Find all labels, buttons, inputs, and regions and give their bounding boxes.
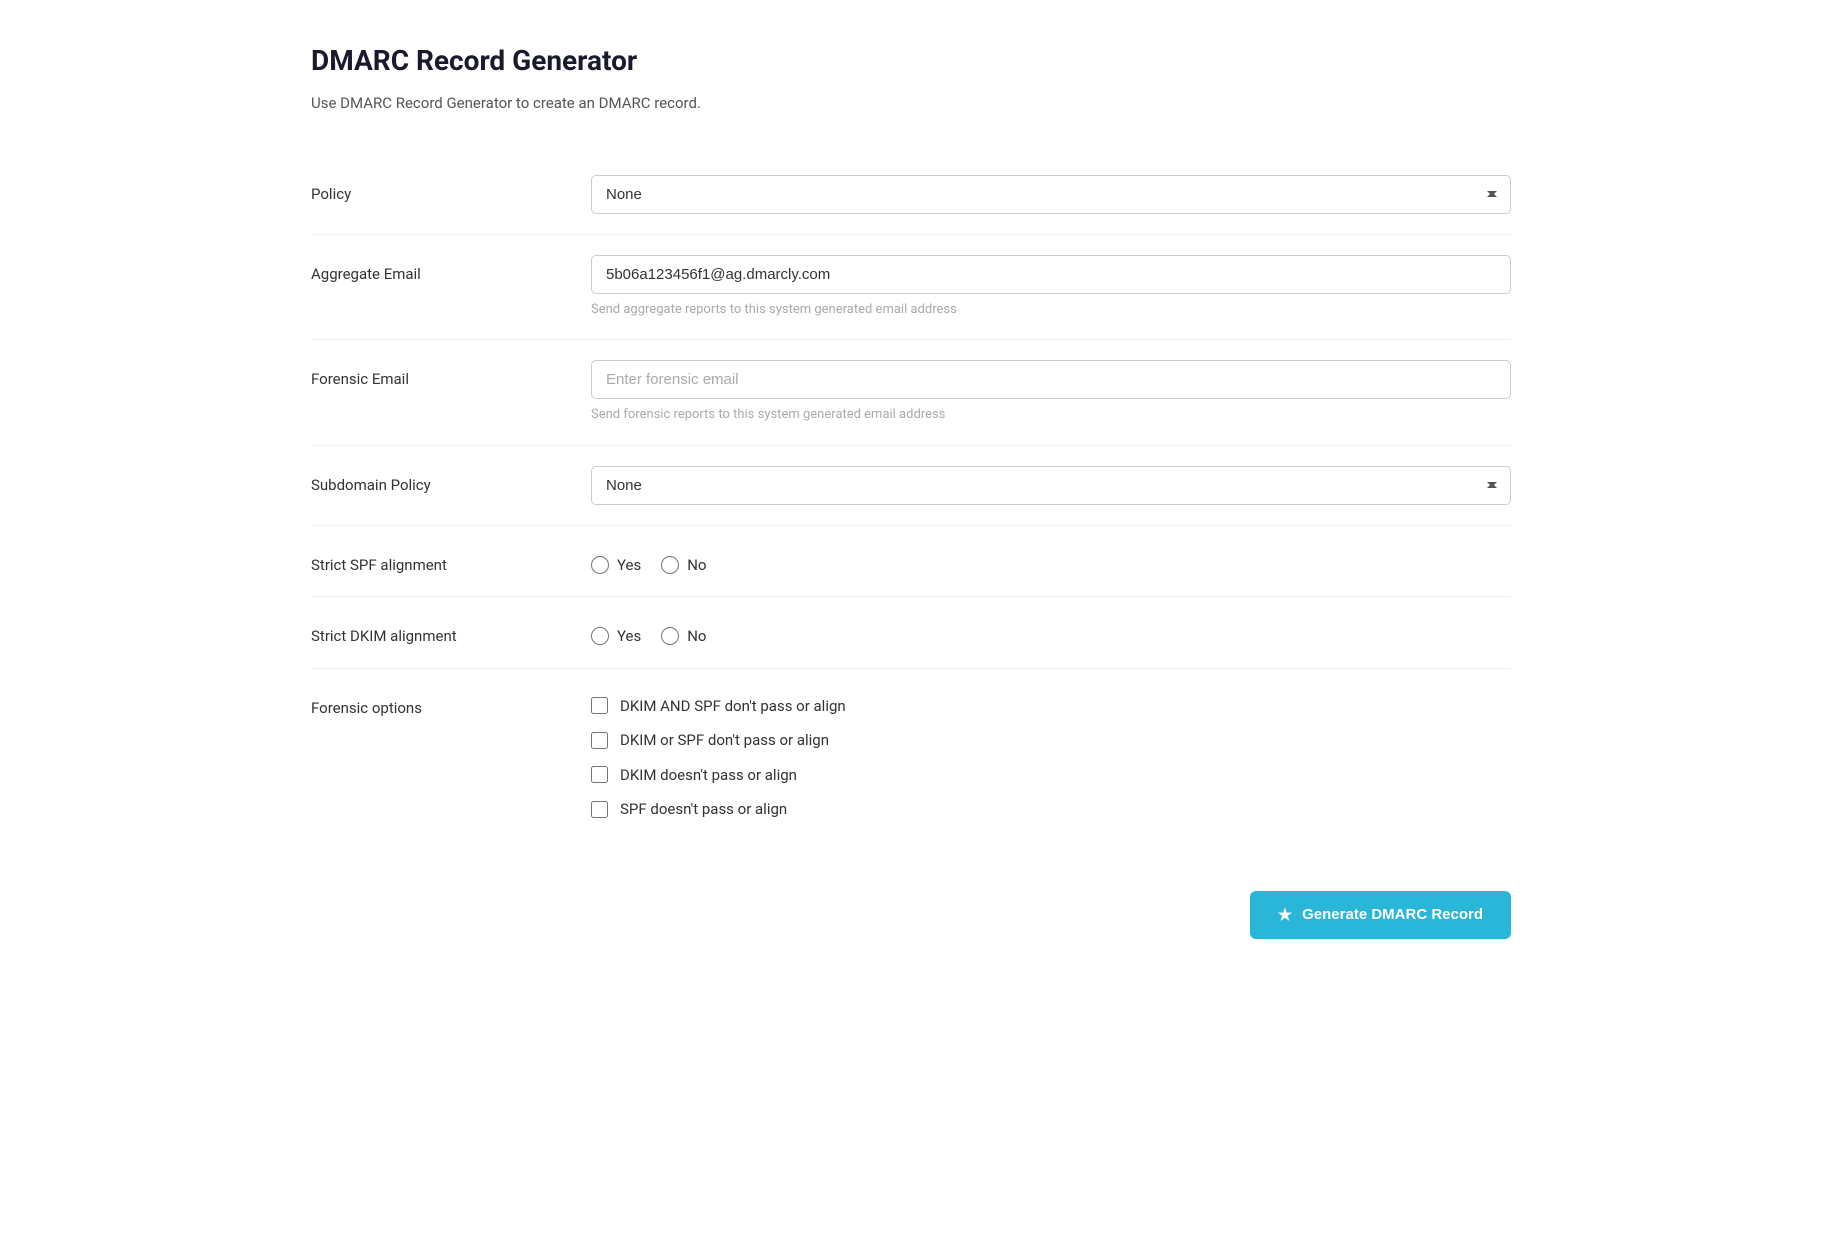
aggregate-email-input[interactable] [591, 255, 1511, 294]
forensic-options-input-cell: DKIM AND SPF don't pass or align DKIM or… [591, 689, 1511, 821]
aggregate-email-input-cell: Send aggregate reports to this system ge… [591, 255, 1511, 320]
strict-spf-yes-option[interactable]: Yes [591, 554, 641, 577]
forensic-option-4-label: SPF doesn't pass or align [620, 798, 787, 821]
forensic-option-1-label: DKIM AND SPF don't pass or align [620, 695, 846, 718]
aggregate-email-helper: Send aggregate reports to this system ge… [591, 300, 1511, 320]
strict-dkim-no-label: No [687, 625, 706, 648]
forensic-option-4[interactable]: SPF doesn't pass or align [591, 798, 1511, 821]
strict-spf-label: Strict SPF alignment [311, 546, 591, 577]
strict-spf-no-radio[interactable] [661, 556, 679, 574]
generate-button-label: Generate DMARC Record [1302, 906, 1483, 923]
forensic-options-checkbox-group: DKIM AND SPF don't pass or align DKIM or… [591, 689, 1511, 821]
forensic-option-2-label: DKIM or SPF don't pass or align [620, 729, 829, 752]
aggregate-email-label: Aggregate Email [311, 255, 591, 286]
strict-dkim-label: Strict DKIM alignment [311, 617, 591, 648]
dmarc-form: Policy None Quarantine Reject Aggregate … [311, 155, 1511, 939]
forensic-option-1[interactable]: DKIM AND SPF don't pass or align [591, 695, 1511, 718]
forensic-option-4-checkbox[interactable] [591, 801, 608, 818]
strict-dkim-no-radio[interactable] [661, 627, 679, 645]
page-subtitle: Use DMARC Record Generator to create an … [311, 92, 1511, 115]
page-title: DMARC Record Generator [311, 40, 1511, 82]
forensic-email-label: Forensic Email [311, 360, 591, 391]
forensic-option-1-checkbox[interactable] [591, 697, 608, 714]
star-icon: ★ [1278, 905, 1292, 925]
forensic-option-2[interactable]: DKIM or SPF don't pass or align [591, 729, 1511, 752]
subdomain-policy-row: Subdomain Policy None Quarantine Reject [311, 446, 1511, 525]
forensic-email-row: Forensic Email Send forensic reports to … [311, 340, 1511, 445]
subdomain-policy-label: Subdomain Policy [311, 466, 591, 497]
strict-spf-no-option[interactable]: No [661, 554, 706, 577]
aggregate-email-row: Aggregate Email Send aggregate reports t… [311, 235, 1511, 340]
strict-spf-yes-radio[interactable] [591, 556, 609, 574]
strict-dkim-row: Strict DKIM alignment Yes No [311, 597, 1511, 668]
forensic-email-helper: Send forensic reports to this system gen… [591, 405, 1511, 425]
policy-select[interactable]: None Quarantine Reject [591, 175, 1511, 214]
forensic-option-3-checkbox[interactable] [591, 766, 608, 783]
forensic-options-row: Forensic options DKIM AND SPF don't pass… [311, 669, 1511, 841]
strict-spf-yes-label: Yes [617, 554, 641, 577]
strict-spf-row: Strict SPF alignment Yes No [311, 526, 1511, 597]
forensic-email-input-cell: Send forensic reports to this system gen… [591, 360, 1511, 425]
forensic-options-label: Forensic options [311, 689, 591, 720]
strict-spf-no-label: No [687, 554, 706, 577]
strict-spf-input-cell: Yes No [591, 546, 1511, 577]
generate-button[interactable]: ★ Generate DMARC Record [1250, 891, 1511, 939]
strict-dkim-radio-group: Yes No [591, 617, 1511, 648]
strict-dkim-yes-radio[interactable] [591, 627, 609, 645]
forensic-option-2-checkbox[interactable] [591, 732, 608, 749]
strict-dkim-no-option[interactable]: No [661, 625, 706, 648]
policy-label: Policy [311, 175, 591, 206]
forensic-option-3[interactable]: DKIM doesn't pass or align [591, 764, 1511, 787]
subdomain-policy-input-cell: None Quarantine Reject [591, 466, 1511, 505]
forensic-email-input[interactable] [591, 360, 1511, 399]
strict-dkim-yes-label: Yes [617, 625, 641, 648]
page-container: DMARC Record Generator Use DMARC Record … [261, 0, 1561, 979]
policy-row: Policy None Quarantine Reject [311, 155, 1511, 234]
form-actions: ★ Generate DMARC Record [311, 871, 1511, 939]
forensic-option-3-label: DKIM doesn't pass or align [620, 764, 797, 787]
policy-input-cell: None Quarantine Reject [591, 175, 1511, 214]
strict-spf-radio-group: Yes No [591, 546, 1511, 577]
strict-dkim-input-cell: Yes No [591, 617, 1511, 648]
strict-dkim-yes-option[interactable]: Yes [591, 625, 641, 648]
subdomain-policy-select[interactable]: None Quarantine Reject [591, 466, 1511, 505]
